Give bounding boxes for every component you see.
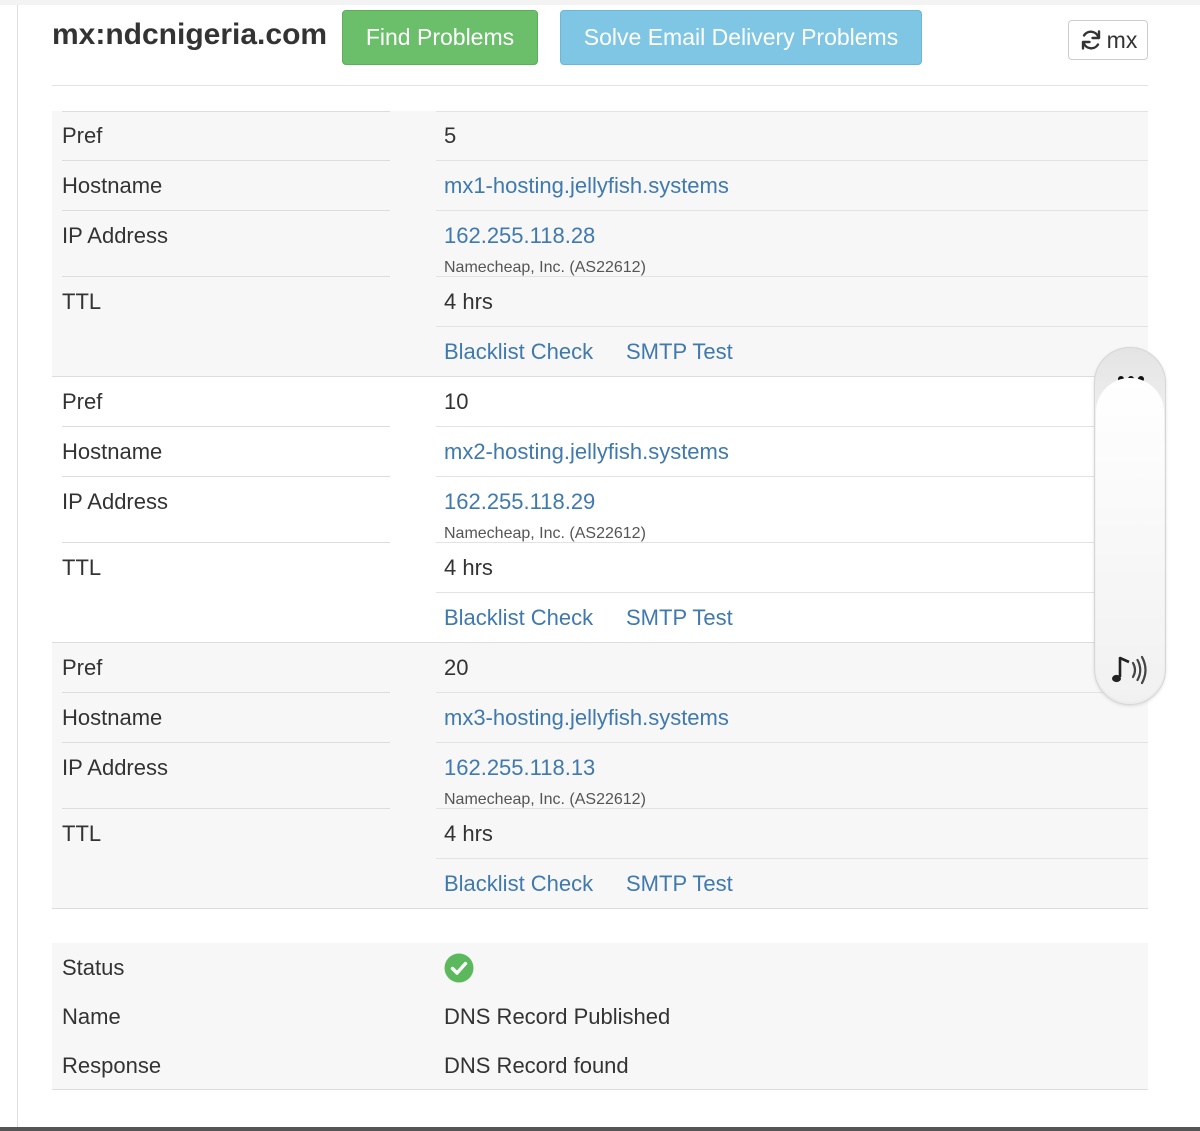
ip-address-link[interactable]: 162.255.118.28	[444, 223, 595, 249]
floating-toolbar[interactable]	[1094, 347, 1166, 705]
table-row: Hostname mx1-hosting.jellyfish.systems	[52, 161, 1148, 211]
status-table: Status Name DNS Record Published Respons…	[52, 943, 1148, 1090]
pref-value: 5	[444, 123, 457, 148]
ip-label: IP Address	[62, 489, 168, 514]
page-title: mx:ndcnigeria.com	[52, 18, 328, 51]
status-bottom-border	[52, 1089, 1148, 1090]
ttl-label: TTL	[62, 555, 102, 580]
response-row: Response DNS Record found	[52, 1041, 1148, 1090]
ttl-value: 4 hrs	[444, 289, 493, 314]
table-row: Pref 10	[52, 377, 1148, 427]
pref-label: Pref	[62, 123, 103, 148]
ip-label: IP Address	[62, 223, 168, 248]
table-row: Hostname mx2-hosting.jellyfish.systems	[52, 427, 1148, 477]
status-row: Status	[52, 943, 1148, 992]
table-row: IP Address 162.255.118.13 Namecheap, Inc. …	[52, 743, 1148, 809]
asn-text: Namecheap, Inc. (AS22612)	[444, 525, 646, 542]
table-row: Blacklist Check SMTP Test	[52, 327, 1148, 377]
response-label: Response	[62, 1053, 162, 1078]
check-circle-icon	[444, 953, 474, 983]
find-problems-button[interactable]: Find Problems	[342, 10, 538, 65]
header: mx:ndcnigeria.com Find Problems Solve Em…	[52, 8, 1148, 70]
hostname-link[interactable]: mx1-hosting.jellyfish.systems	[444, 173, 729, 199]
table-row: IP Address 162.255.118.29 Namecheap, Inc. …	[52, 477, 1148, 543]
status-label: Status	[62, 955, 125, 980]
ttl-value: 4 hrs	[444, 821, 493, 846]
name-label: Name	[62, 1004, 121, 1029]
ip-address-link[interactable]: 162.255.118.29	[444, 489, 595, 515]
table-top-border	[52, 111, 1148, 112]
response-value: DNS Record found	[444, 1053, 629, 1078]
refresh-icon	[1081, 30, 1100, 50]
smtp-test-link[interactable]: SMTP Test	[626, 871, 733, 897]
smtp-test-link[interactable]: SMTP Test	[626, 339, 733, 365]
bottom-edge	[0, 1127, 1200, 1131]
mx-label: mx	[1106, 26, 1138, 53]
refresh-mx-button[interactable]: mx	[1068, 20, 1148, 60]
table-row: Blacklist Check SMTP Test	[52, 859, 1148, 909]
pref-label: Pref	[62, 389, 103, 414]
smtp-test-link[interactable]: SMTP Test	[626, 605, 733, 631]
ttl-value: 4 hrs	[444, 555, 493, 580]
asn-text: Namecheap, Inc. (AS22612)	[444, 259, 646, 276]
table-row: TTL 4 hrs	[52, 809, 1148, 859]
name-value: DNS Record Published	[444, 1004, 671, 1029]
blacklist-check-link[interactable]: Blacklist Check	[444, 605, 593, 631]
solve-email-delivery-button[interactable]: Solve Email Delivery Problems	[560, 10, 922, 65]
mx-record: Pref 5 Hostname mx1-hosting.jellyfish.syste…	[52, 111, 1148, 377]
hostname-label: Hostname	[62, 173, 163, 198]
hostname-link[interactable]: mx2-hosting.jellyfish.systems	[444, 439, 729, 465]
hostname-link[interactable]: mx3-hosting.jellyfish.systems	[444, 705, 729, 731]
ttl-label: TTL	[62, 821, 102, 846]
asn-text: Namecheap, Inc. (AS22612)	[444, 791, 646, 808]
read-aloud-icon[interactable]	[1109, 650, 1149, 690]
table-row: TTL 4 hrs	[52, 543, 1148, 593]
ttl-label: TTL	[62, 289, 102, 314]
header-divider	[52, 85, 1148, 86]
ip-label: IP Address	[62, 755, 168, 780]
table-row: TTL 4 hrs	[52, 277, 1148, 327]
ip-address-link[interactable]: 162.255.118.13	[444, 755, 595, 781]
table-row: Blacklist Check SMTP Test	[52, 593, 1148, 643]
blacklist-check-link[interactable]: Blacklist Check	[444, 871, 593, 897]
mx-records-table: Pref 5 Hostname mx1-hosting.jellyfish.syste…	[52, 111, 1148, 909]
pref-value: 10	[444, 389, 469, 414]
table-row: IP Address 162.255.118.28 Namecheap, Inc. …	[52, 211, 1148, 277]
mx-record: Pref 10 Hostname mx2-hosting.jellyfish.syst…	[52, 377, 1148, 643]
table-row: Pref 5	[52, 111, 1148, 161]
record-divider	[52, 908, 1148, 909]
pref-label: Pref	[62, 655, 103, 680]
table-row: Pref 20	[52, 643, 1148, 693]
hostname-label: Hostname	[62, 439, 163, 464]
name-row: Name DNS Record Published	[52, 992, 1148, 1041]
mx-record: Pref 20 Hostname mx3-hosting.jellyfish.syst…	[52, 643, 1148, 909]
table-row: Hostname mx3-hosting.jellyfish.systems	[52, 693, 1148, 743]
blacklist-check-link[interactable]: Blacklist Check	[444, 339, 593, 365]
pref-value: 20	[444, 655, 469, 680]
hostname-label: Hostname	[62, 705, 163, 730]
